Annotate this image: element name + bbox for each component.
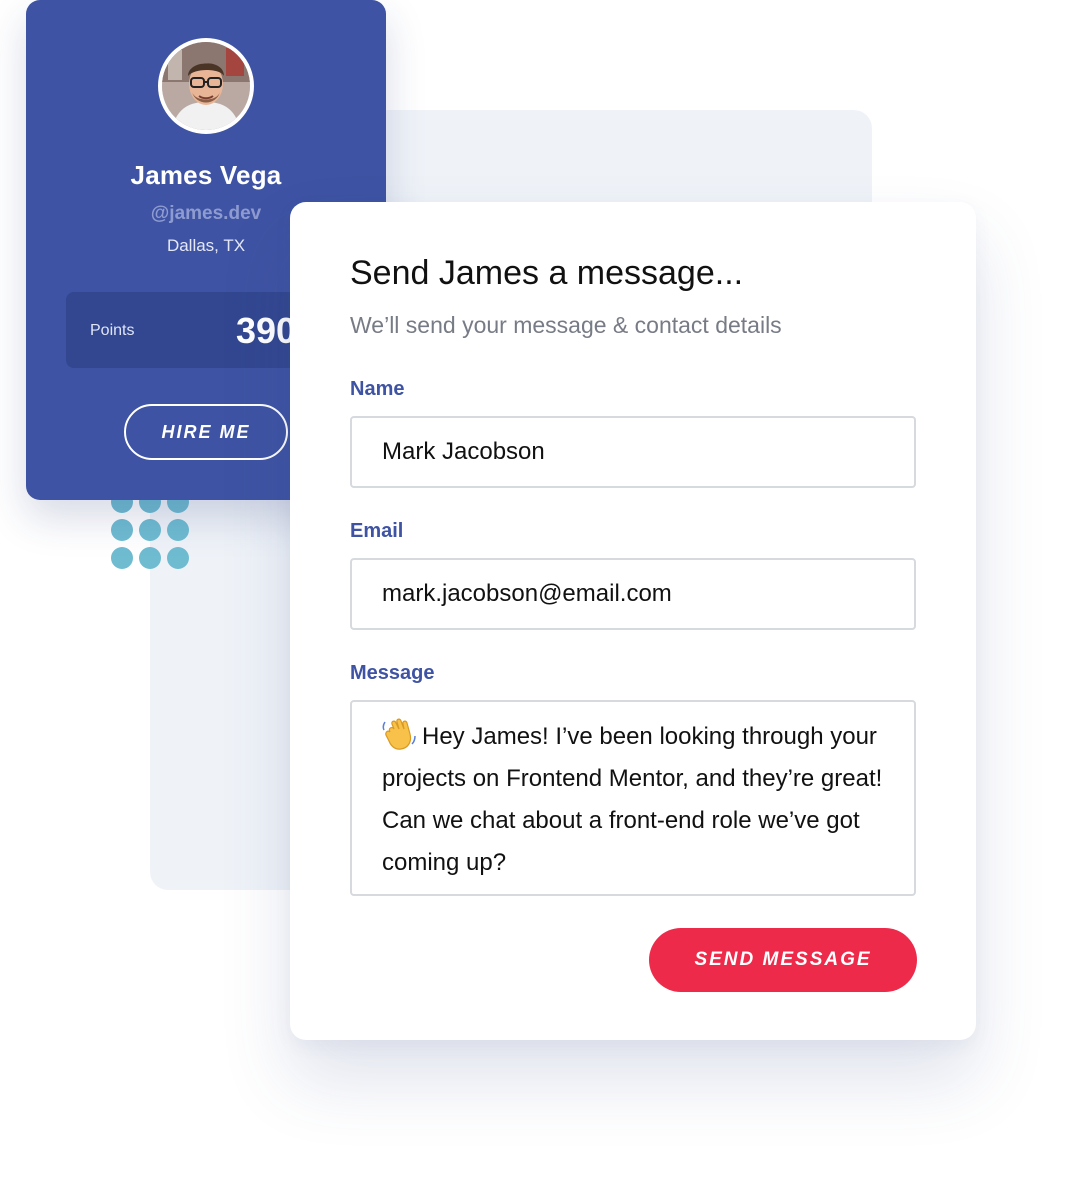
send-message-button[interactable]: SEND MESSAGE (649, 928, 917, 992)
message-text: Hey James! I’ve been looking through you… (382, 723, 883, 876)
email-field[interactable] (350, 558, 916, 630)
decorative-dot (167, 547, 189, 569)
message-card: Send James a message... We’ll send your … (290, 202, 976, 1040)
decorative-dot (111, 519, 133, 541)
message-text-container: Hey James! I’ve been looking through you… (382, 716, 892, 884)
name-field[interactable] (350, 416, 916, 488)
message-label: Message (350, 662, 435, 684)
profile-name: James Vega (130, 160, 282, 190)
email-label: Email (350, 520, 404, 542)
decorative-dot (167, 519, 189, 541)
message-textarea[interactable]: Hey James! I’ve been looking through you… (350, 700, 916, 896)
hire-me-button[interactable]: HIRE ME (124, 404, 288, 460)
avatar (158, 38, 254, 134)
points-label: Points (90, 322, 135, 339)
waving-hand-icon (382, 718, 416, 750)
points-value: 390 (236, 310, 297, 351)
message-title: Send James a message... (350, 254, 744, 292)
name-label: Name (350, 378, 405, 400)
email-input[interactable] (352, 560, 914, 628)
name-input[interactable] (352, 418, 914, 486)
avatar-photo-icon (162, 42, 250, 130)
message-subtitle: We’ll send your message & contact detail… (350, 312, 782, 338)
decorative-dot (139, 547, 161, 569)
decorative-dots (108, 488, 192, 572)
decorative-dot (111, 547, 133, 569)
decorative-dot (139, 519, 161, 541)
